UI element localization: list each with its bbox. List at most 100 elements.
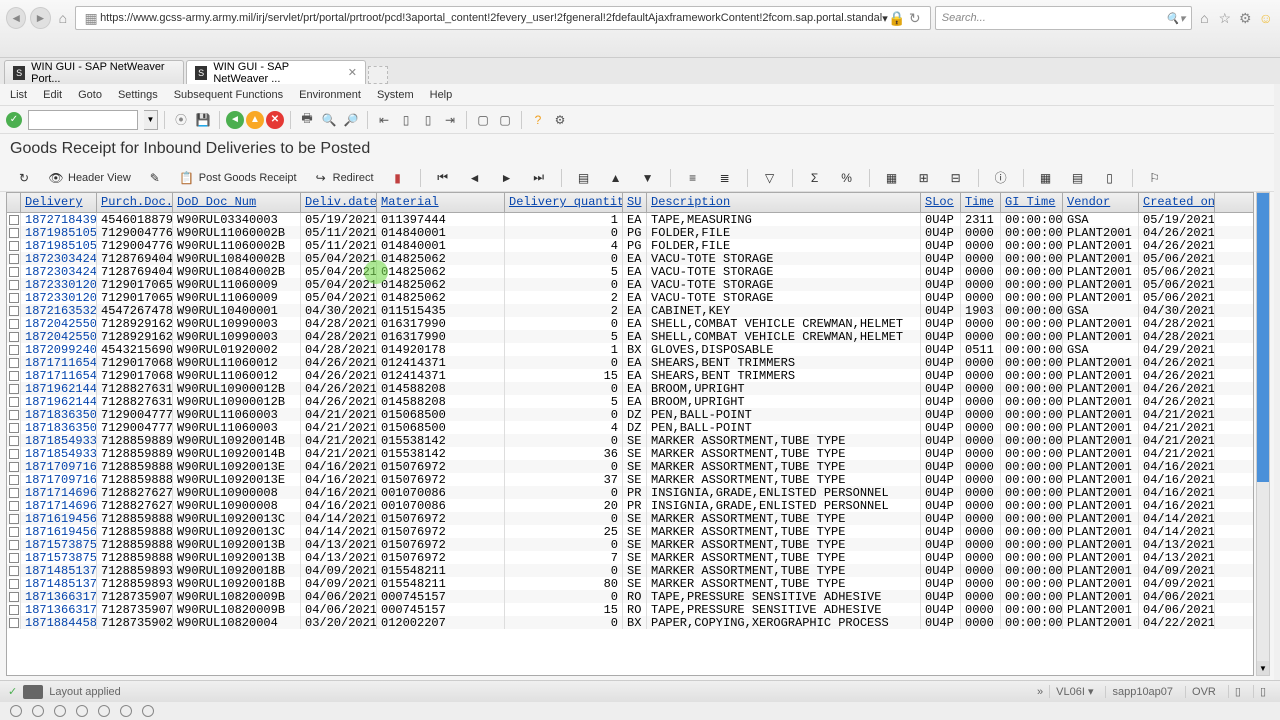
- next-page-icon[interactable]: ▯: [418, 110, 438, 130]
- menu-edit[interactable]: Edit: [43, 89, 62, 101]
- row-checkbox[interactable]: [7, 369, 21, 382]
- menu-settings[interactable]: Settings: [118, 89, 158, 101]
- column-checkbox[interactable]: [7, 193, 21, 212]
- word-icon[interactable]: ▤: [1064, 168, 1092, 188]
- table-row[interactable]: 18717146967128827627W90RUL1090000804/16/…: [7, 499, 1253, 512]
- new-tab-button[interactable]: [368, 66, 388, 84]
- column-sloc[interactable]: SLoc: [921, 193, 961, 212]
- subtotal-icon[interactable]: ≣: [711, 168, 739, 188]
- prev-icon[interactable]: ◄: [461, 168, 489, 188]
- row-checkbox[interactable]: [7, 343, 21, 356]
- header-view-button[interactable]: 👁Header View: [42, 168, 137, 188]
- table-row[interactable]: 18717097167128859888W90RUL10920013E04/16…: [7, 473, 1253, 486]
- taskbar-circle-icon[interactable]: [54, 705, 66, 717]
- table-row[interactable]: 18721635324547267478W90RUL1040000104/30/…: [7, 304, 1253, 317]
- table-row[interactable]: 18718363507129004777W90RUL1106000304/21/…: [7, 408, 1253, 421]
- table-row[interactable]: 18719851057129004776W90RUL11060002B05/11…: [7, 226, 1253, 239]
- browser-tab-2[interactable]: S WIN GUI - SAP NetWeaver ... ✕: [186, 60, 366, 84]
- taskbar-circle-icon[interactable]: [98, 705, 110, 717]
- smiley-icon[interactable]: ☺: [1258, 9, 1274, 27]
- cancel-red-icon[interactable]: ✕: [266, 111, 284, 129]
- column-delivery[interactable]: Delivery: [21, 193, 97, 212]
- row-checkbox[interactable]: [7, 252, 21, 265]
- table-row[interactable]: 18715738757128859888W90RUL10920013B04/13…: [7, 551, 1253, 564]
- table-row[interactable]: 18723301207129017065W90RUL1106000905/04/…: [7, 291, 1253, 304]
- close-icon[interactable]: ✕: [348, 66, 357, 79]
- sort-desc-icon[interactable]: ▼: [634, 168, 662, 188]
- scroll-down-icon[interactable]: ▼: [1257, 661, 1269, 675]
- row-checkbox[interactable]: [7, 304, 21, 317]
- row-checkbox[interactable]: [7, 603, 21, 616]
- row-checkbox[interactable]: [7, 473, 21, 486]
- row-checkbox[interactable]: [7, 577, 21, 590]
- row-checkbox[interactable]: [7, 382, 21, 395]
- column-quantity[interactable]: Delivery quantity: [505, 193, 623, 212]
- layout-icon[interactable]: ▦: [878, 168, 906, 188]
- column-material[interactable]: Material: [377, 193, 505, 212]
- table-body[interactable]: 18727184394546018879W90RUL0334000305/19/…: [7, 213, 1253, 675]
- row-checkbox[interactable]: [7, 525, 21, 538]
- export2-icon[interactable]: ⊟: [942, 168, 970, 188]
- row-checkbox[interactable]: [7, 213, 21, 226]
- command-dropdown[interactable]: ▼: [144, 110, 158, 130]
- back-button[interactable]: ◄: [6, 7, 26, 29]
- row-checkbox[interactable]: [7, 239, 21, 252]
- row-checkbox[interactable]: [7, 265, 21, 278]
- table-row[interactable]: 18719621447128827631W90RUL10900012B04/26…: [7, 395, 1253, 408]
- row-checkbox[interactable]: [7, 317, 21, 330]
- refresh-button[interactable]: ↻: [10, 168, 38, 188]
- table-row[interactable]: 18723034247128769404W90RUL10840002B05/04…: [7, 265, 1253, 278]
- row-checkbox[interactable]: [7, 226, 21, 239]
- column-time[interactable]: Time: [961, 193, 1001, 212]
- back-circle-icon[interactable]: ⦿: [171, 110, 191, 130]
- post-goods-receipt-button[interactable]: 📋Post Goods Receipt: [173, 168, 303, 188]
- table-row[interactable]: 18718844587128735902W90RUL1082000403/20/…: [7, 616, 1253, 629]
- menu-help[interactable]: Help: [430, 89, 453, 101]
- column-description[interactable]: Description: [647, 193, 921, 212]
- taskbar-circle-icon[interactable]: [32, 705, 44, 717]
- flag-button[interactable]: ▮: [384, 168, 412, 188]
- menu-system[interactable]: System: [377, 89, 414, 101]
- taskbar-circle-icon[interactable]: [142, 705, 154, 717]
- row-checkbox[interactable]: [7, 551, 21, 564]
- url-bar[interactable]: ▦ https://www.gcss-army.army.mil/irj/ser…: [75, 6, 931, 30]
- table-row[interactable]: 18720425507128929162W90RUL1099000304/28/…: [7, 330, 1253, 343]
- column-purchdoc[interactable]: Purch.Doc.: [97, 193, 173, 212]
- edit-button[interactable]: ✎: [141, 168, 169, 188]
- prev-page-icon[interactable]: ▯: [396, 110, 416, 130]
- menu-subsequent-functions[interactable]: Subsequent Functions: [174, 89, 283, 101]
- forward-button[interactable]: ►: [30, 7, 50, 29]
- next-icon[interactable]: ►: [493, 168, 521, 188]
- table-row[interactable]: 18719621447128827631W90RUL10900012B04/26…: [7, 382, 1253, 395]
- row-checkbox[interactable]: [7, 538, 21, 551]
- row-checkbox[interactable]: [7, 564, 21, 577]
- table-row[interactable]: 18717097167128859888W90RUL10920013E04/16…: [7, 460, 1253, 473]
- column-createdon[interactable]: Created on: [1139, 193, 1215, 212]
- enter-button[interactable]: ✓: [6, 112, 22, 128]
- row-checkbox[interactable]: [7, 356, 21, 369]
- vertical-scrollbar[interactable]: ▲ ▼: [1256, 192, 1270, 676]
- home-icon[interactable]: ⌂: [55, 9, 71, 27]
- subsum-icon[interactable]: %: [833, 168, 861, 188]
- gear-icon[interactable]: ⚙: [1237, 9, 1253, 27]
- local-file-icon[interactable]: ▯: [1096, 168, 1124, 188]
- find-next-icon[interactable]: 🔎: [341, 110, 361, 130]
- home-icon-2[interactable]: ⌂: [1196, 9, 1212, 27]
- row-checkbox[interactable]: [7, 447, 21, 460]
- sum-icon[interactable]: Σ: [801, 168, 829, 188]
- table-row[interactable]: 18720992404543215690W90RUL0192000204/28/…: [7, 343, 1253, 356]
- row-checkbox[interactable]: [7, 460, 21, 473]
- menu-list[interactable]: List: [10, 89, 27, 101]
- table-row[interactable]: 18715738757128859888W90RUL10920013B04/13…: [7, 538, 1253, 551]
- new-session-icon[interactable]: ▢: [473, 110, 493, 130]
- row-checkbox[interactable]: [7, 330, 21, 343]
- table-row[interactable]: 18716194567128859888W90RUL10920013C04/14…: [7, 512, 1253, 525]
- table-row[interactable]: 18714851377128859893W90RUL10920018B04/09…: [7, 564, 1253, 577]
- first-icon[interactable]: ⏮: [429, 168, 457, 188]
- table-row[interactable]: 18714851377128859893W90RUL10920018B04/09…: [7, 577, 1253, 590]
- favorites-icon[interactable]: ☆: [1217, 9, 1233, 27]
- column-delivdate[interactable]: Deliv.date: [301, 193, 377, 212]
- excel-icon[interactable]: ▦: [1032, 168, 1060, 188]
- first-page-icon[interactable]: ⇤: [374, 110, 394, 130]
- column-vendor[interactable]: Vendor: [1063, 193, 1139, 212]
